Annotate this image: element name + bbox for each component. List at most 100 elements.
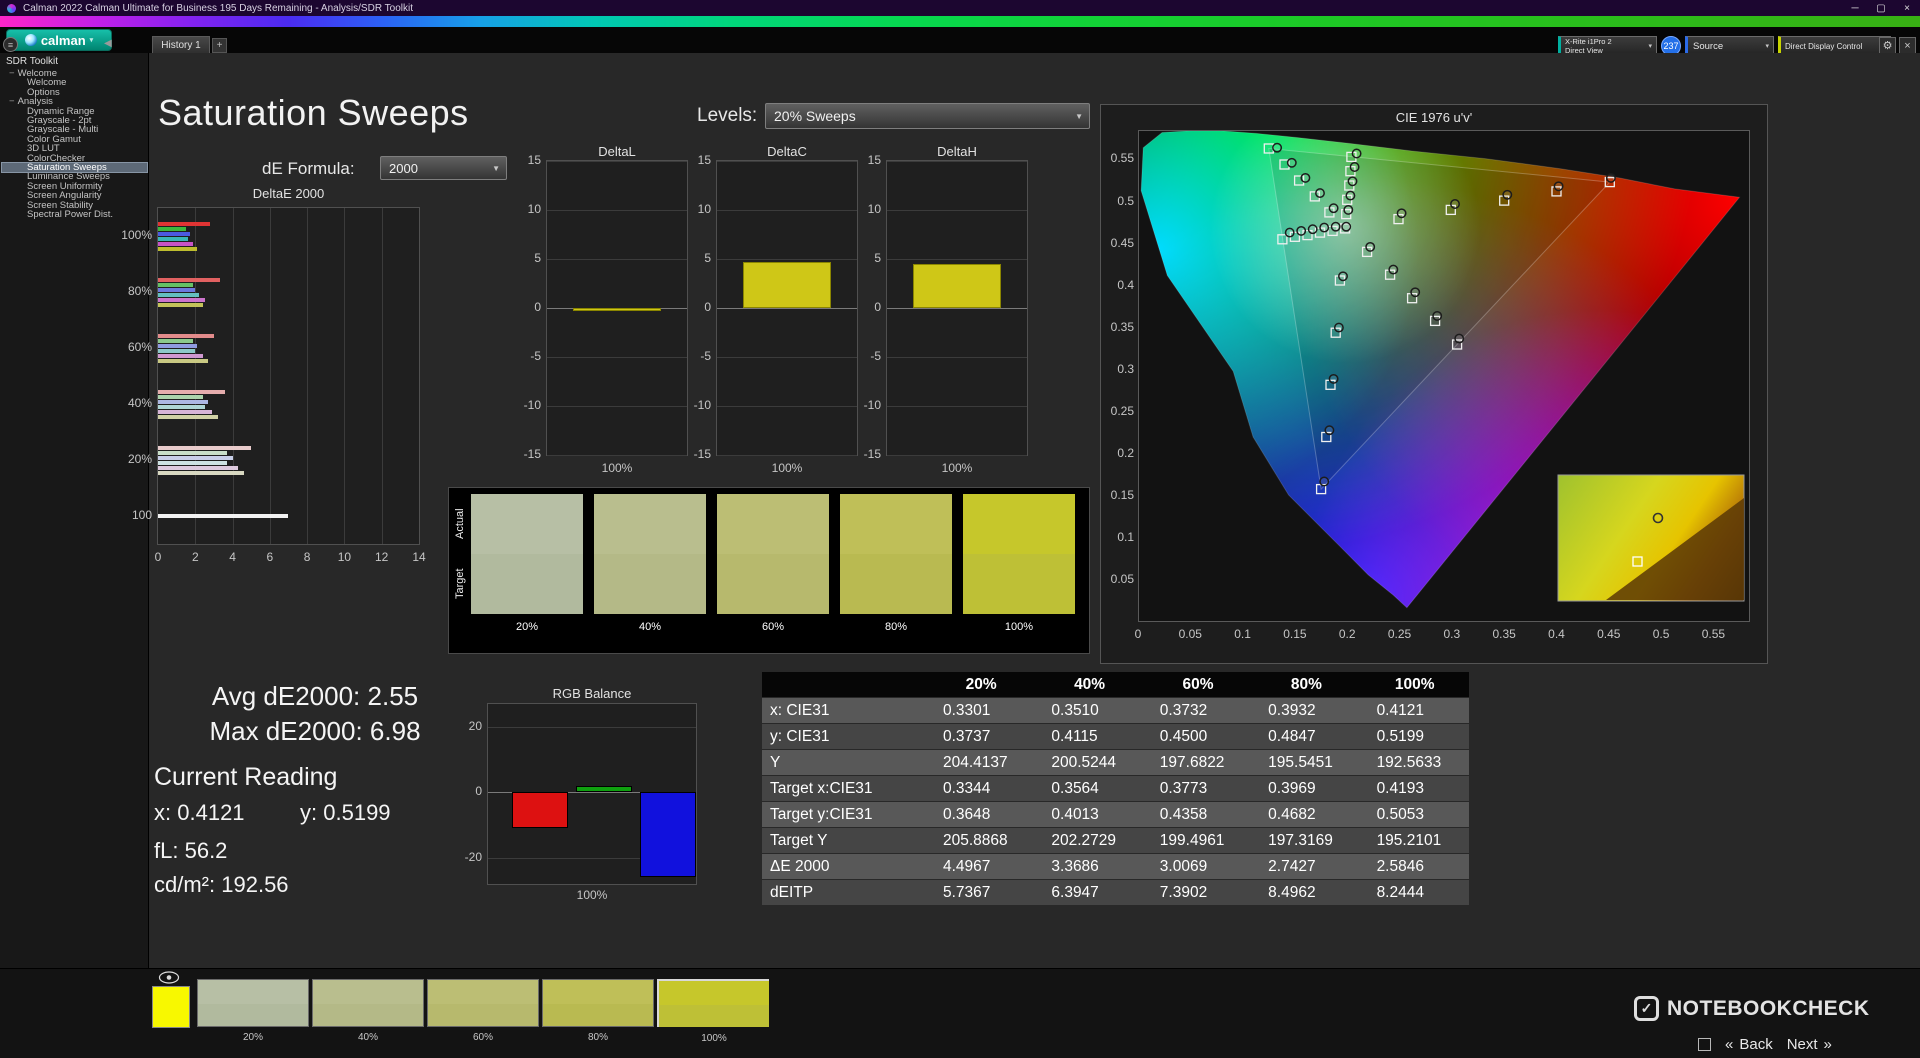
table-cell: 0.3732 <box>1143 698 1253 723</box>
sidebar-item-welcome[interactable]: Welcome <box>2 78 147 88</box>
sidebar-item-spectral-power-dist[interactable]: Spectral Power Dist. <box>2 209 147 221</box>
calman-logo-label: calman <box>40 32 86 48</box>
de-formula-dropdown[interactable]: 2000 ▼ <box>380 156 507 180</box>
de-bar <box>158 333 214 338</box>
table-row: Target x:CIE31 0.3344 0.3564 0.3773 0.3969 0.… <box>762 776 1469 801</box>
sidebar-collapse-icon[interactable]: ◀ <box>104 38 112 49</box>
avg-de-stat: Avg dE2000: 2.55 <box>211 681 419 711</box>
cie-x-tick: 0.5 <box>1652 627 1670 641</box>
table-cell: 197.6822 <box>1143 750 1253 775</box>
cie-x-tick: 0.55 <box>1701 627 1726 641</box>
collapse-icon[interactable]: − <box>9 96 15 107</box>
table-cell: 197.3169 <box>1252 828 1361 853</box>
measured-point <box>1410 287 1421 298</box>
sidebar-menu-button[interactable]: ≡ <box>3 37 18 52</box>
table-cell: 4.4967 <box>927 854 1036 879</box>
gridline <box>887 259 1027 260</box>
table-row: Y 204.4137 200.5244 197.6822 195.5451 192.563… <box>762 750 1469 775</box>
tab-history-1[interactable]: History 1 <box>152 36 210 53</box>
table-row-label: dEITP <box>762 880 927 905</box>
levels-value: 20% Sweeps <box>774 108 856 124</box>
gridline <box>717 406 857 407</box>
table-cell: 204.4137 <box>927 750 1036 775</box>
gridline <box>717 357 857 358</box>
table-cell: 6.3947 <box>1035 880 1144 905</box>
swatch-label: 100% <box>1004 621 1034 633</box>
cie-y-tick: 0.5 <box>1117 193 1134 208</box>
sidebar-item-welcome[interactable]: − Welcome <box>2 68 147 79</box>
y-tick-label: 0 <box>475 784 482 799</box>
cie-y-tick: 0.35 <box>1110 319 1134 334</box>
thumbnail-label: 60% <box>472 1032 493 1043</box>
gridline <box>344 208 346 544</box>
de-formula-label: dE Formula: <box>262 159 355 178</box>
thumbnail-20%[interactable]: 20% <box>197 979 309 1043</box>
thumb-top <box>543 980 653 1004</box>
back-button[interactable]: « Back <box>1725 1036 1773 1053</box>
maximize-button[interactable]: ▢ <box>1868 3 1894 14</box>
sidebar-item-color-gamut[interactable]: Color Gamut <box>2 135 147 145</box>
check-icon: ✓ <box>1634 996 1659 1021</box>
chevron-down-icon: ▾ <box>89 37 94 44</box>
de-bar <box>158 414 218 419</box>
minimize-button[interactable]: ─ <box>1842 3 1868 14</box>
y-tick-label: 0 <box>534 300 541 314</box>
window-restore-icon[interactable] <box>1698 1038 1711 1051</box>
close-button[interactable]: × <box>1894 3 1920 14</box>
y-tick-label: 10 <box>527 202 541 216</box>
de-bar <box>158 292 199 297</box>
table-cell: 0.5053 <box>1360 802 1469 827</box>
workflow-close-button[interactable]: × <box>1899 37 1916 54</box>
table-cell: 0.3737 <box>927 724 1036 749</box>
measured-point <box>1388 264 1399 275</box>
table-column-header: 100% <box>1360 672 1469 697</box>
x-tick-label: 10 <box>337 550 352 564</box>
rgb-bar-red <box>512 792 568 829</box>
thumbnail-100%[interactable]: 100% <box>657 979 769 1044</box>
measured-point <box>1454 333 1465 344</box>
measured-point <box>1328 203 1339 214</box>
add-tab-button[interactable]: + <box>212 38 227 53</box>
calman-logo-button[interactable]: calman ▾ <box>6 29 112 51</box>
x-tick-label: 6 <box>266 550 274 564</box>
color-preview-patch[interactable] <box>152 986 190 1028</box>
chart-deltaC: 15 10 5 0 -5 -10 -15 <box>694 153 858 461</box>
deltaH-bar <box>913 263 1001 308</box>
calman-icon <box>24 34 37 46</box>
thumbnail-60%[interactable]: 60% <box>427 979 539 1043</box>
thumbnail-80%[interactable]: 80% <box>542 979 654 1043</box>
de-bar <box>158 399 209 404</box>
swatch-actual-40% <box>594 494 706 554</box>
back-arrow-icon: « <box>1725 1036 1734 1053</box>
table-cell: 0.3564 <box>1035 776 1144 801</box>
thumbnail-40%[interactable]: 40% <box>312 979 424 1043</box>
collapse-icon[interactable]: − <box>9 68 15 79</box>
source-label: Source <box>1693 40 1724 52</box>
measured-point <box>1349 162 1360 172</box>
sidebar-tree: − Welcome Welcome Options − Analysis Dynamic R… <box>1 68 148 221</box>
table-cell: 0.3969 <box>1252 776 1361 801</box>
thumbnail-label: 20% <box>242 1032 263 1043</box>
de-bar <box>158 389 226 394</box>
cie-y-tick: 0.05 <box>1110 571 1134 586</box>
sidebar-item-label: Spectral Power Dist. <box>27 209 114 221</box>
settings-button[interactable]: ⚙ <box>1879 37 1896 54</box>
cie-x-tick: 0.1 <box>1234 627 1251 641</box>
y-tick-label: 15 <box>697 153 711 167</box>
de-bar <box>158 302 203 307</box>
de-bar <box>158 404 205 409</box>
de-bar <box>158 465 239 470</box>
de-bar <box>158 358 209 363</box>
table-cell: 3.0069 <box>1143 854 1253 879</box>
rgb-balance-chart: 20 0 -20 <box>465 703 697 885</box>
next-button[interactable]: Next » <box>1787 1036 1832 1053</box>
de-bar <box>158 287 196 292</box>
levels-dropdown[interactable]: 20% Sweeps ▼ <box>765 103 1090 129</box>
current-reading-x: x: 0.4121 <box>154 800 245 825</box>
measured-point <box>1365 241 1376 252</box>
table-cell: 0.4193 <box>1360 776 1469 801</box>
gridline <box>717 259 857 260</box>
de-bar <box>158 514 289 518</box>
measured-point <box>1553 181 1564 192</box>
y-tick-label: -20 <box>464 849 482 864</box>
